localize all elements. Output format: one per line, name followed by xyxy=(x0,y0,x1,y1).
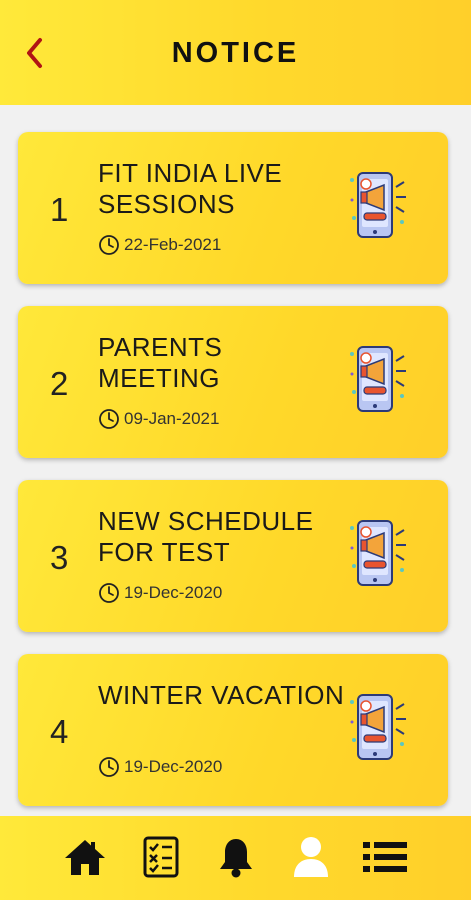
notice-card[interactable]: 1 FIT INDIA LIVE SESSIONS 22-Feb-2021 xyxy=(18,132,448,284)
notice-title: PARENTS MEETING xyxy=(98,332,223,393)
notice-date: 09-Jan-2021 xyxy=(124,409,220,428)
notice-date-row: 19-Dec-2020 xyxy=(98,756,222,778)
header-bar: NOTICE xyxy=(0,0,471,105)
nav-checklist-button[interactable] xyxy=(136,834,186,880)
megaphone-phone-icon xyxy=(350,346,406,412)
clock-icon xyxy=(98,582,120,604)
notice-number: 1 xyxy=(50,191,69,228)
notice-card[interactable]: 2 PARENTS MEETING 09-Jan-2021 xyxy=(18,306,448,458)
notice-number: 4 xyxy=(50,713,69,750)
bell-icon xyxy=(220,839,252,878)
notice-date: 22-Feb-2021 xyxy=(124,235,222,254)
notice-number: 3 xyxy=(50,539,69,576)
notice-date-row: 19-Dec-2020 xyxy=(98,582,222,604)
megaphone-phone-icon xyxy=(350,172,406,238)
notice-title: WINTER VACATION xyxy=(98,680,345,710)
notice-date: 19-Dec-2020 xyxy=(124,757,223,776)
megaphone-phone-icon xyxy=(350,520,406,586)
notice-card[interactable]: 3 NEW SCHEDULE FOR TEST 19-Dec-2020 xyxy=(18,480,448,632)
home-icon xyxy=(65,840,105,875)
nav-menu-button[interactable] xyxy=(360,834,410,880)
clock-icon xyxy=(98,234,120,256)
notice-title: FIT INDIA LIVE SESSIONS xyxy=(98,158,283,219)
page-title: NOTICE xyxy=(171,37,300,69)
megaphone-phone-icon xyxy=(350,694,406,760)
notice-title: NEW SCHEDULE FOR TEST xyxy=(98,506,314,567)
clock-icon xyxy=(98,756,120,778)
user-icon xyxy=(294,837,328,877)
nav-home-button[interactable] xyxy=(60,834,110,880)
clock-icon xyxy=(98,408,120,430)
nav-notifications-button[interactable] xyxy=(211,834,261,880)
checklist-icon xyxy=(143,836,179,878)
notice-date-row: 09-Jan-2021 xyxy=(98,408,219,430)
bottom-nav-bar xyxy=(0,816,471,900)
notice-card[interactable]: 4 WINTER VACATION 19-Dec-2020 xyxy=(18,654,448,806)
notice-date-row: 22-Feb-2021 xyxy=(98,234,221,256)
notice-number: 2 xyxy=(50,365,69,402)
nav-profile-button[interactable] xyxy=(286,834,336,880)
notice-date: 19-Dec-2020 xyxy=(124,583,223,602)
list-icon xyxy=(363,842,407,872)
